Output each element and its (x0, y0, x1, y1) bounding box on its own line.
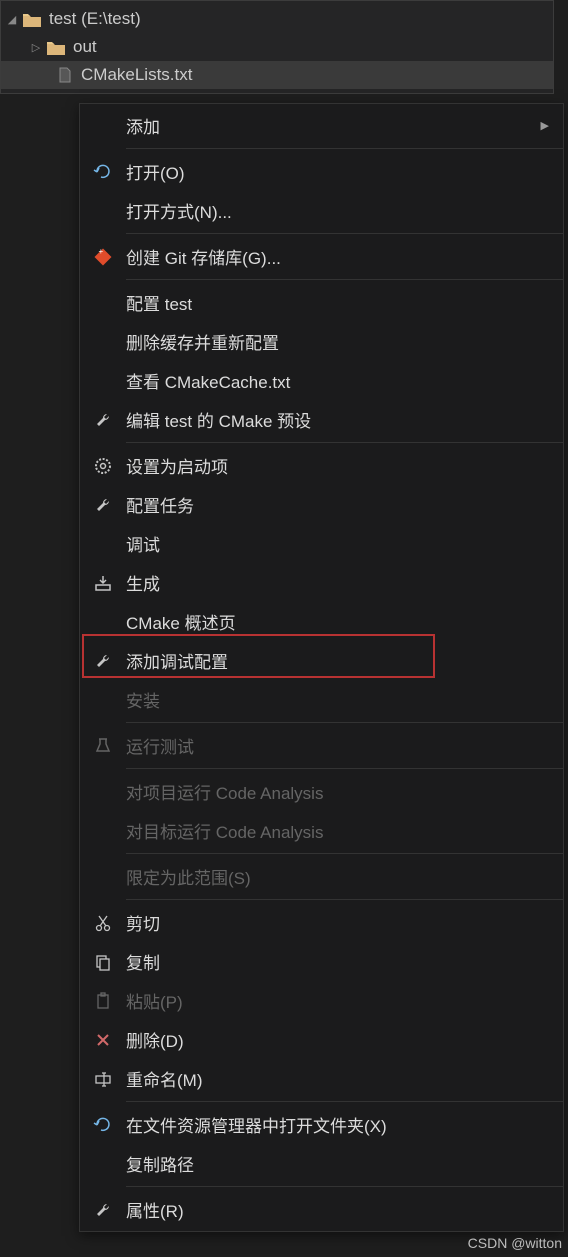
menu-properties[interactable]: 属性(R) (80, 1190, 563, 1229)
menu-separator (126, 899, 563, 900)
chevron-right-icon: ▶ (541, 119, 549, 132)
menu-analysis-project: 对项目运行 Code Analysis (80, 772, 563, 811)
menu-create-git[interactable]: + 创建 Git 存储库(G)... (80, 237, 563, 276)
tree-root-label: test (E:\test) (49, 9, 141, 29)
menu-open-in-explorer[interactable]: 在文件资源管理器中打开文件夹(X) (80, 1105, 563, 1144)
wrench-icon (80, 410, 126, 430)
menu-separator (126, 233, 563, 234)
menu-configure-tasks[interactable]: 配置任务 (80, 485, 563, 524)
menu-add[interactable]: 添加 ▶ (80, 106, 563, 145)
menu-separator (126, 1101, 563, 1102)
wrench-icon (80, 495, 126, 515)
menu-open[interactable]: 打开(O) (80, 152, 563, 191)
solution-explorer[interactable]: ◢ test (E:\test) ▷ out CMakeLists.txt (0, 0, 554, 94)
menu-edit-presets[interactable]: 编辑 test 的 CMake 预设 (80, 400, 563, 439)
menu-configure[interactable]: 配置 test (80, 283, 563, 322)
wrench-icon (80, 1200, 126, 1220)
folder-icon (23, 12, 41, 26)
menu-cmake-overview[interactable]: CMake 概述页 (80, 602, 563, 641)
menu-add-debug-config[interactable]: 添加调试配置 (80, 641, 563, 680)
menu-debug[interactable]: 调试 (80, 524, 563, 563)
menu-set-startup[interactable]: 设置为启动项 (80, 446, 563, 485)
rename-icon (80, 1069, 126, 1089)
folder-icon (47, 40, 65, 54)
git-icon: + (80, 247, 126, 267)
tree-item-label: CMakeLists.txt (81, 65, 192, 85)
menu-separator (126, 768, 563, 769)
menu-separator (126, 442, 563, 443)
menu-clear-cache[interactable]: 删除缓存并重新配置 (80, 322, 563, 361)
menu-view-cmakecache[interactable]: 查看 CMakeCache.txt (80, 361, 563, 400)
expand-icon[interactable]: ◢ (5, 13, 19, 26)
menu-separator (126, 1186, 563, 1187)
menu-install: 安装 (80, 680, 563, 719)
gear-icon (80, 456, 126, 476)
menu-separator (126, 148, 563, 149)
menu-cut[interactable]: 剪切 (80, 903, 563, 942)
menu-copy-path[interactable]: 复制路径 (80, 1144, 563, 1183)
menu-scope-to-this: 限定为此范围(S) (80, 857, 563, 896)
svg-text:+: + (99, 247, 104, 256)
menu-open-with[interactable]: 打开方式(N)... (80, 191, 563, 230)
menu-separator (126, 722, 563, 723)
context-menu: 添加 ▶ 打开(O) 打开方式(N)... + 创建 Git 存储库(G)...… (79, 103, 564, 1232)
paste-icon (80, 991, 126, 1011)
menu-run-tests: 运行测试 (80, 726, 563, 765)
file-icon (57, 67, 73, 83)
watermark: CSDN @witton (468, 1235, 562, 1251)
wrench-icon (80, 651, 126, 671)
menu-separator (126, 279, 563, 280)
menu-analysis-target: 对目标运行 Code Analysis (80, 811, 563, 850)
tree-item-label: out (73, 37, 97, 57)
explorer-icon (80, 1115, 126, 1135)
build-icon (80, 573, 126, 593)
menu-delete[interactable]: 删除(D) (80, 1020, 563, 1059)
expand-icon[interactable]: ▷ (29, 41, 43, 54)
open-icon (80, 162, 126, 182)
test-icon (80, 736, 126, 756)
cut-icon (80, 913, 126, 933)
tree-folder-out[interactable]: ▷ out (1, 33, 553, 61)
menu-copy[interactable]: 复制 (80, 942, 563, 981)
menu-separator (126, 853, 563, 854)
tree-file-cmakelists[interactable]: CMakeLists.txt (1, 61, 553, 89)
copy-icon (80, 952, 126, 972)
menu-build[interactable]: 生成 (80, 563, 563, 602)
delete-icon (80, 1030, 126, 1050)
tree-root[interactable]: ◢ test (E:\test) (1, 5, 553, 33)
menu-rename[interactable]: 重命名(M) (80, 1059, 563, 1098)
menu-paste: 粘贴(P) (80, 981, 563, 1020)
